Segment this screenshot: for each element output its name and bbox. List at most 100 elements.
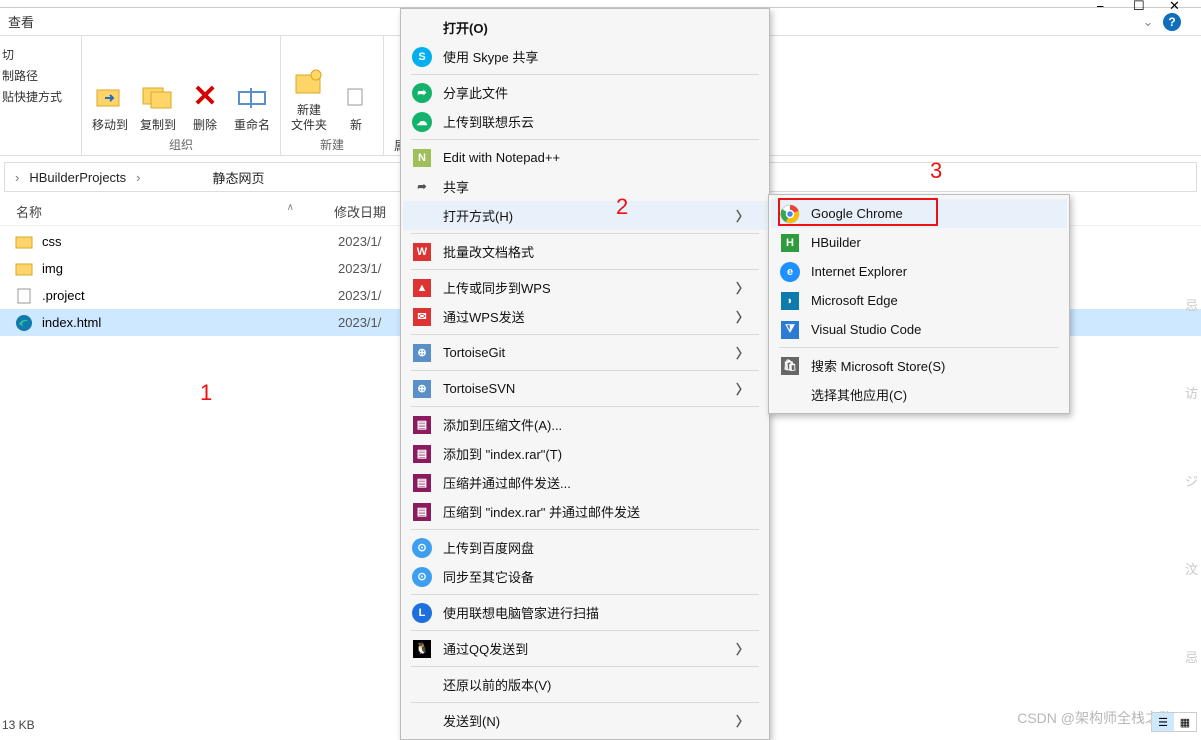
openwith-item-3[interactable]: ◗Microsoft Edge [771, 286, 1067, 315]
context-menu-item-25[interactable]: ⊙同步至其它设备 [403, 562, 767, 591]
new-item-icon [339, 80, 373, 114]
context-menu-item-24[interactable]: ⊙上传到百度网盘 [403, 533, 767, 562]
file-name: img [42, 261, 338, 276]
submenu-arrow-icon: 〉 [736, 343, 749, 362]
delete-button[interactable]: ✕ 删除 [188, 80, 222, 132]
organize-group-label: 组织 [169, 136, 193, 153]
help-icon[interactable]: ? [1163, 13, 1181, 31]
sort-indicator-icon: ∧ [287, 202, 294, 213]
close-button[interactable]: ✕ [1169, 0, 1181, 10]
context-menu-item-7[interactable]: ➦共享 [403, 172, 767, 201]
breadcrumb-hbuilderprojects[interactable]: HBuilderProjects [23, 168, 132, 187]
copy-to-button[interactable]: 复制到 [140, 80, 176, 132]
move-to-button[interactable]: 移动到 [92, 80, 128, 132]
ribbon-tab-view[interactable]: 查看 [8, 12, 34, 31]
rename-icon [235, 80, 269, 114]
context-menu-item-21[interactable]: ▤压缩并通过邮件发送... [403, 468, 767, 497]
menu-item-label: 上传到百度网盘 [443, 538, 749, 557]
context-menu-item-12[interactable]: ▲上传或同步到WPS〉 [403, 273, 767, 302]
file-date: 2023/1/ [338, 261, 381, 276]
context-menu-separator [411, 406, 759, 407]
ribbon-group-organize: 移动到 复制到 ✕ 删除 重命名 组织 [82, 36, 281, 155]
context-menu: 打开(O)S使用 Skype 共享 ➦分享此文件☁上传到联想乐云 NEdit wit… [400, 8, 770, 740]
breadcrumb-hidden[interactable] [145, 175, 205, 179]
context-menu-item-22[interactable]: ▤压缩到 "index.rar" 并通过邮件发送 [403, 497, 767, 526]
clipboard-copy-path-label[interactable]: 制路径 [2, 67, 38, 84]
file-icon [14, 259, 34, 279]
context-menu-item-8[interactable]: 打开方式(H)〉 [403, 201, 767, 230]
context-menu-item-13[interactable]: ✉通过WPS发送〉 [403, 302, 767, 331]
watermark: CSDN @架构师全栈之路 [1017, 708, 1173, 728]
openwith-item-7[interactable]: 选择其他应用(C) [771, 380, 1067, 409]
column-name[interactable]: 名称 ∧ [4, 202, 334, 221]
collapse-ribbon-chevron[interactable]: ⌄ [1142, 14, 1153, 29]
context-menu-item-6[interactable]: NEdit with Notepad++ [403, 143, 767, 172]
context-menu-item-10[interactable]: W批量改文档格式 [403, 237, 767, 266]
menu-item-label: 共享 [443, 177, 749, 196]
context-menu-item-0[interactable]: 打开(O) [403, 13, 767, 42]
move-to-icon [93, 80, 127, 114]
annotation-3: 3 [930, 158, 942, 184]
context-menu-item-15[interactable]: ⊕TortoiseGit〉 [403, 338, 767, 367]
breadcrumb-sep: › [134, 170, 142, 185]
context-menu-item-27[interactable]: L使用联想电脑管家进行扫描 [403, 598, 767, 627]
context-menu-separator [411, 594, 759, 595]
menu-item-label: Microsoft Edge [811, 293, 1049, 308]
file-icon [14, 286, 34, 306]
openwith-item-1[interactable]: HHBuilder [771, 228, 1067, 257]
view-details-button[interactable]: ☰ [1152, 713, 1174, 731]
submenu-arrow-icon: 〉 [736, 379, 749, 398]
menu-item-label: 批量改文档格式 [443, 242, 749, 261]
context-menu-item-1[interactable]: S使用 Skype 共享 [403, 42, 767, 71]
context-menu-item-20[interactable]: ▤添加到 "index.rar"(T) [403, 439, 767, 468]
breadcrumb-static-page[interactable]: 静态网页 [207, 166, 271, 189]
menu-item-label: Edit with Notepad++ [443, 150, 749, 165]
context-menu-item-19[interactable]: ▤添加到压缩文件(A)... [403, 410, 767, 439]
new-group-label: 新建 [320, 136, 344, 153]
view-toggle: ☰ ▦ [1151, 712, 1197, 732]
new-folder-button[interactable]: 新建 文件夹 [291, 65, 327, 132]
menu-item-label: 选择其他应用(C) [811, 385, 1049, 404]
context-menu-separator [411, 630, 759, 631]
file-date: 2023/1/ [338, 234, 381, 249]
menu-item-label: 添加到压缩文件(A)... [443, 415, 749, 434]
context-menu-item-33[interactable]: 发送到(N)〉 [403, 706, 767, 735]
minimize-button[interactable]: ⎯ [1097, 0, 1109, 10]
openwith-item-2[interactable]: eInternet Explorer [771, 257, 1067, 286]
delete-icon: ✕ [188, 80, 222, 114]
menu-item-label: 分享此文件 [443, 83, 749, 102]
menu-item-label: 打开方式(H) [443, 206, 736, 225]
context-menu-item-3[interactable]: ➦分享此文件 [403, 78, 767, 107]
status-bar: 13 KB [2, 718, 35, 732]
menu-item-label: Internet Explorer [811, 264, 1049, 279]
clipboard-paste-shortcut-label[interactable]: 贴快捷方式 [2, 88, 62, 105]
submenu-arrow-icon: 〉 [736, 206, 749, 225]
file-icon [14, 232, 34, 252]
open-with-submenu: Google ChromeHHBuildereInternet Explorer… [768, 194, 1070, 414]
submenu-arrow-icon: 〉 [736, 307, 749, 326]
ribbon-group-clipboard: 切 制路径 贴快捷方式 [0, 36, 82, 155]
context-menu-item-29[interactable]: 🐧通过QQ发送到〉 [403, 634, 767, 663]
annotation-highlight-box [778, 198, 938, 226]
menu-item-label: 压缩并通过邮件发送... [443, 473, 749, 492]
menu-item-label: 使用 Skype 共享 [443, 47, 749, 66]
submenu-arrow-icon: 〉 [736, 711, 749, 730]
annotation-1: 1 [200, 380, 212, 406]
new-folder-label: 新建 文件夹 [291, 103, 327, 132]
rename-button[interactable]: 重命名 [234, 80, 270, 132]
ribbon-group-new: 新建 文件夹 新 新建 [281, 36, 384, 155]
new-item-button[interactable]: 新 [339, 80, 373, 132]
maximize-button[interactable]: ☐ [1133, 0, 1145, 10]
openwith-item-4[interactable]: ⧩Visual Studio Code [771, 315, 1067, 344]
view-icons-button[interactable]: ▦ [1174, 713, 1196, 731]
context-menu-separator [411, 74, 759, 75]
clipboard-cut-label[interactable]: 切 [2, 46, 14, 63]
submenu-arrow-icon: 〉 [736, 278, 749, 297]
context-menu-item-17[interactable]: ⊕TortoiseSVN〉 [403, 374, 767, 403]
annotation-2: 2 [616, 194, 628, 220]
context-menu-item-31[interactable]: 还原以前的版本(V) [403, 670, 767, 699]
menu-item-label: 同步至其它设备 [443, 567, 749, 586]
menu-item-label: 上传或同步到WPS [443, 278, 736, 297]
openwith-item-6[interactable]: 🛍搜索 Microsoft Store(S) [771, 351, 1067, 380]
context-menu-item-4[interactable]: ☁上传到联想乐云 [403, 107, 767, 136]
